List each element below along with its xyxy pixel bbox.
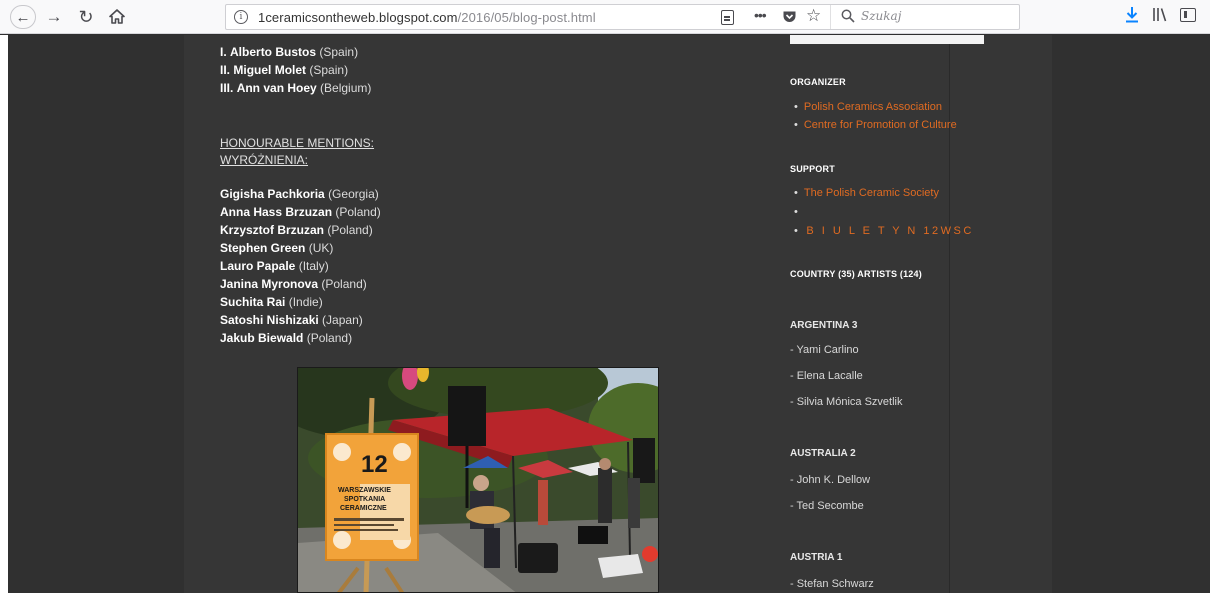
mention-row: Suchita Rai (Indie)	[220, 295, 323, 309]
artist-item[interactable]: - Yami Carlino	[790, 344, 859, 356]
honourable-heading-pl: WYRÓŻNIENIA:	[220, 153, 309, 167]
mention-row: Anna Hass Brzuzan (Poland)	[220, 205, 381, 219]
support-heading: SUPPORT	[790, 164, 835, 174]
sidebar-logo-strip	[790, 35, 984, 44]
organizer-link-centre[interactable]: • Centre for Promotion of Culture	[794, 119, 957, 131]
event-photo[interactable]: 12 WARSZAWSKIE SPOTKANIA CERAMICZNE	[297, 367, 659, 593]
mention-row: Jakub Biewald (Poland)	[220, 331, 353, 345]
support-link-biuletyn[interactable]: • B I U L E T Y N 12WSC	[794, 225, 974, 237]
poster-line-2: SPOTKANIA	[344, 496, 385, 503]
page-actions-icon[interactable]: •••	[754, 7, 767, 23]
winner-1: I. Alberto Bustos (Spain)	[220, 45, 359, 59]
scroll-edge	[0, 35, 8, 593]
honourable-heading-en: HONOURABLE MENTIONS:	[220, 136, 375, 150]
poster-number: 12	[361, 451, 388, 478]
mention-row: Gigisha Pachkoria (Georgia)	[220, 187, 379, 201]
home-icon	[109, 9, 125, 24]
poster-line-1: WARSZAWSKIE	[338, 487, 391, 494]
home-button[interactable]	[106, 5, 128, 29]
mention-row: Lauro Papale (Italy)	[220, 259, 329, 273]
reload-button[interactable]: ↻	[76, 5, 96, 29]
artist-item[interactable]: - John K. Dellow	[790, 474, 870, 486]
url-bar[interactable]: i 1ceramicsontheweb.blogspot.com/2016/05…	[225, 4, 1020, 30]
url-text[interactable]: 1ceramicsontheweb.blogspot.com/2016/05/b…	[258, 10, 596, 25]
poster-line-3: CERAMICZNE	[340, 505, 387, 512]
info-icon[interactable]: i	[234, 10, 248, 24]
artist-item[interactable]: - Stefan Schwarz	[790, 578, 874, 590]
support-link-empty[interactable]: •	[794, 206, 804, 218]
reader-view-icon[interactable]	[721, 10, 734, 25]
sidebar-toggle-icon[interactable]	[1180, 8, 1196, 22]
search-placeholder: Szukaj	[861, 9, 902, 23]
mention-row: Stephen Green (UK)	[220, 241, 334, 255]
browser-toolbar: ← → ↻ i 1ceramicsontheweb.blogspot.com/2…	[0, 0, 1210, 34]
bookmark-star-icon[interactable]: ☆	[806, 6, 821, 26]
artist-item[interactable]: - Ted Secombe	[790, 500, 864, 512]
organizer-link-pca[interactable]: • Polish Ceramics Association	[794, 101, 942, 113]
country-argentina: ARGENTINA 3	[790, 320, 858, 331]
library-icon[interactable]	[1152, 6, 1168, 27]
download-icon[interactable]	[1125, 6, 1139, 28]
country-artists-heading: COUNTRY (35) ARTISTS (124)	[790, 269, 922, 279]
country-austria: AUSTRIA 1	[790, 552, 843, 563]
mention-row: Janina Myronova (Poland)	[220, 277, 367, 291]
back-button[interactable]: ←	[10, 5, 36, 29]
mention-row: Satoshi Nishizaki (Japan)	[220, 313, 363, 327]
mention-row: Krzysztof Brzuzan (Poland)	[220, 223, 373, 237]
artist-item[interactable]: - Silvia Mónica Szvetlik	[790, 396, 902, 408]
pocket-icon[interactable]	[782, 10, 797, 29]
winner-2: II. Miguel Molet (Spain)	[220, 63, 349, 77]
search-input[interactable]: Szukaj	[830, 5, 1020, 29]
search-icon	[841, 9, 855, 23]
support-link-society[interactable]: • The Polish Ceramic Society	[794, 187, 939, 199]
web-page: I. Alberto Bustos (Spain) II. Miguel Mol…	[0, 35, 1210, 593]
artist-item[interactable]: - Elena Lacalle	[790, 370, 863, 382]
country-australia: AUSTRALIA 2	[790, 448, 856, 459]
organizer-heading: ORGANIZER	[790, 77, 846, 87]
winner-3: III. Ann van Hoey (Belgium)	[220, 81, 372, 95]
forward-button[interactable]: →	[44, 5, 64, 29]
